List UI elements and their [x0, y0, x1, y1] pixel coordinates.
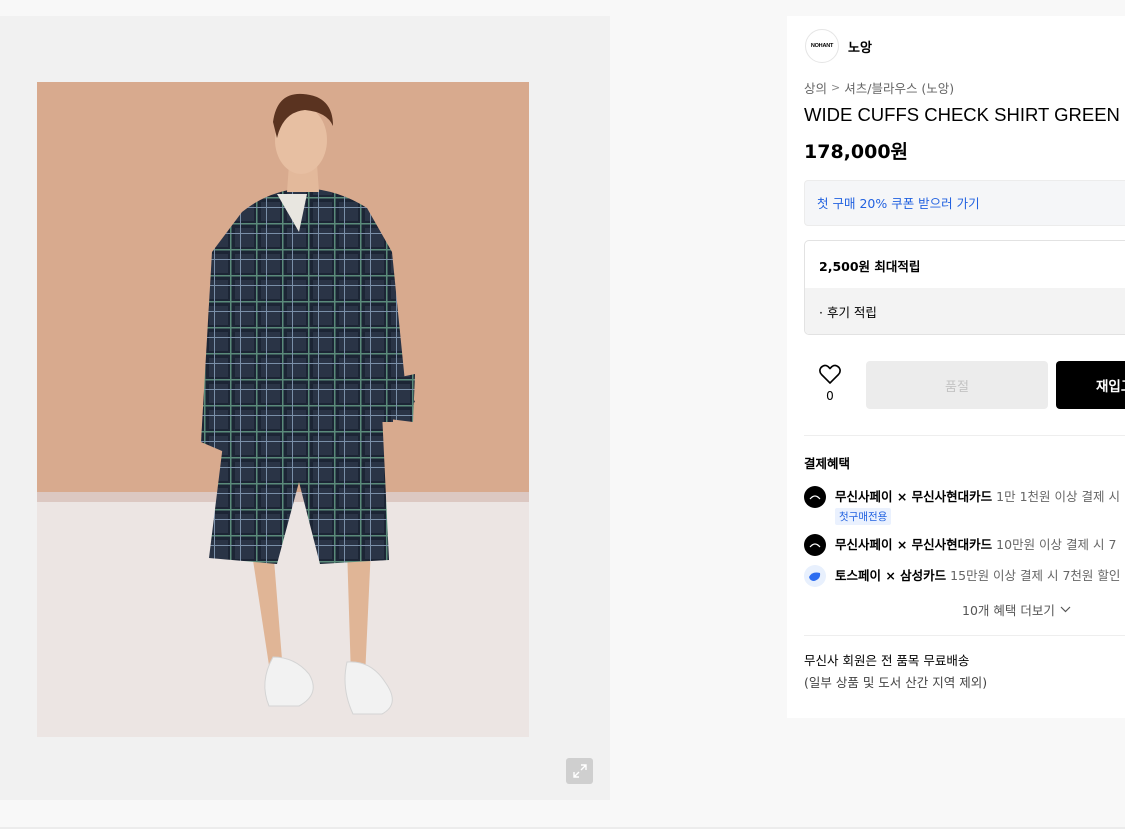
- benefit-desc: 10만원 이상 결제 시 7: [996, 537, 1117, 552]
- breadcrumb: 상의 > 셔츠/블라우스 (노앙): [804, 78, 954, 97]
- benefit-pay-name: 무신사페이 × 무신사현대카드: [835, 537, 993, 552]
- first-purchase-coupon-link[interactable]: 첫 구매 20% 쿠폰 받으러 가기: [804, 180, 1125, 226]
- chevron-down-icon: [1060, 606, 1071, 613]
- divider: [804, 635, 1125, 636]
- product-price: 178,000원: [804, 141, 909, 163]
- product-title: WIDE CUFFS CHECK SHIRT GREEN: [804, 104, 1120, 125]
- benefit-item: 무신사페이 × 무신사현대카드 10만원 이상 결제 시 7: [804, 534, 1116, 556]
- benefit-pay-name: 토스페이 × 삼성카드: [835, 568, 947, 583]
- product-info-panel: NOHANT 노앙 상의 > 셔츠/블라우스 (노앙) WIDE CUFFS C…: [787, 16, 1125, 718]
- breadcrumb-subcategory[interactable]: 셔츠/블라우스 (노앙): [844, 78, 954, 97]
- breadcrumb-separator: >: [831, 81, 841, 94]
- like-count: 0: [826, 389, 834, 403]
- like-button[interactable]: 0: [817, 363, 843, 403]
- model-photo-illustration: [37, 82, 529, 737]
- more-benefits-label: 10개 혜택 더보기: [962, 603, 1055, 618]
- benefit-item: 토스페이 × 삼성카드 15만원 이상 결제 시 7천원 할인: [804, 565, 1120, 587]
- toss-pay-icon: [804, 565, 826, 587]
- expand-icon: [572, 764, 587, 778]
- purchase-actions: 0 품절 재입고: [804, 361, 1125, 409]
- brand-logo: NOHANT: [805, 29, 839, 63]
- shipping-exclusion-text: (일부 상품 및 도서 산간 지역 제외): [804, 675, 988, 690]
- product-page: NOHANT 노앙 상의 > 셔츠/블라우스 (노앙) WIDE CUFFS C…: [0, 0, 1125, 829]
- musinsa-pay-icon: [804, 534, 826, 556]
- first-purchase-badge: 첫구매전용: [835, 508, 892, 525]
- expand-image-button[interactable]: [566, 758, 593, 784]
- brand-name[interactable]: 노앙: [848, 37, 872, 56]
- free-shipping-text: 무신사 회원은 전 품목 무료배송: [804, 653, 970, 668]
- product-gallery: [0, 16, 610, 800]
- heart-icon: [819, 364, 841, 384]
- more-benefits-link[interactable]: 10개 혜택 더보기: [962, 600, 1071, 619]
- benefit-pay-name: 무신사페이 × 무신사현대카드: [835, 489, 993, 504]
- breadcrumb-category[interactable]: 상의: [804, 78, 827, 97]
- soldout-button[interactable]: 품절: [866, 361, 1048, 409]
- points-box: 2,500원 최대적립 · 후기 적립: [804, 240, 1125, 335]
- payment-benefits-title: 결제혜택: [804, 456, 851, 471]
- divider: [804, 435, 1125, 436]
- max-points-label: 2,500원 최대적립: [819, 259, 921, 274]
- brand-link[interactable]: NOHANT 노앙: [805, 29, 872, 63]
- musinsa-pay-icon: [804, 486, 826, 508]
- benefit-desc: 15만원 이상 결제 시 7천원 할인: [950, 568, 1121, 583]
- benefit-item: 무신사페이 × 무신사현대카드 1만 1천원 이상 결제 시 첫구매전용: [804, 486, 1120, 525]
- benefit-desc: 1만 1천원 이상 결제 시: [996, 489, 1120, 504]
- product-photo[interactable]: [37, 82, 529, 737]
- restock-alert-button[interactable]: 재입고: [1056, 361, 1125, 409]
- review-points-label: · 후기 적립: [805, 288, 1125, 334]
